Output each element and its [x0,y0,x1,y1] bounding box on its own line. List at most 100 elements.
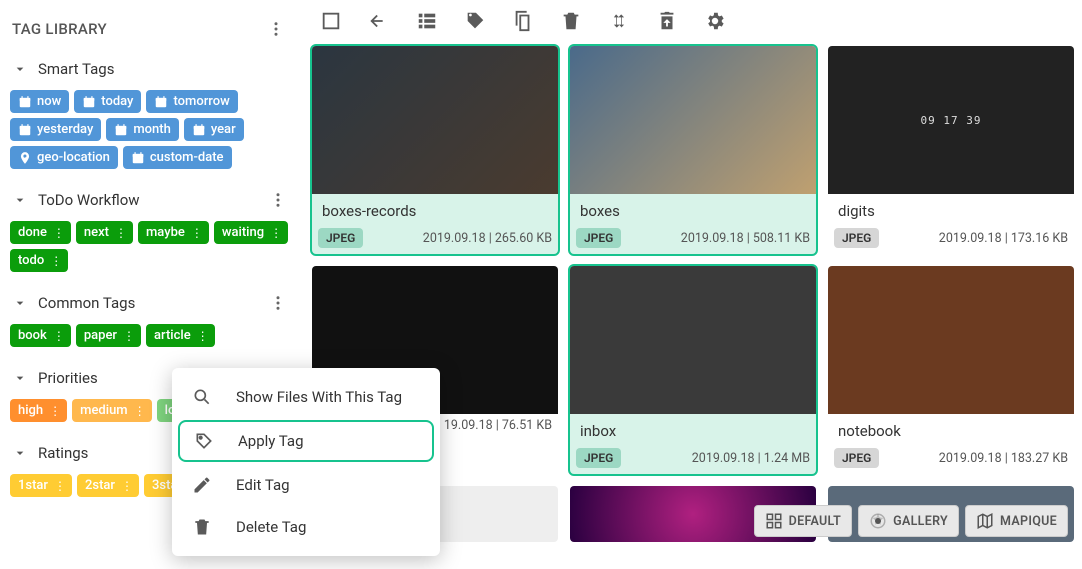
tag-handle-icon[interactable]: ⋮ [123,330,133,342]
tag-group: Common Tags book⋮ paper ⋮ article ⋮ [8,286,291,355]
tag-label: now [37,94,61,109]
file-date-size: 19.09.18 | 76.51 KB [444,418,552,433]
file-card[interactable]: boxes-records JPEG 2019.09.18 | 265.60 KB [310,44,560,256]
menu-item-label: Apply Tag [238,432,304,450]
tag-chip[interactable]: next ⋮ [76,221,133,244]
file-date-size: 2019.09.18 | 1.24 MB [692,451,810,466]
tag-chip[interactable]: paper ⋮ [76,324,141,347]
sidebar-menu-icon[interactable] [267,20,285,38]
tag-handle-icon[interactable]: ⋮ [50,255,60,267]
file-card[interactable]: boxes JPEG 2019.09.18 | 508.11 KB [568,44,818,256]
tag-chip[interactable]: year [184,118,244,141]
tag-handle-icon[interactable]: ⋮ [191,227,201,239]
tag-label: maybe [146,225,185,240]
file-type-badge: JPEG [318,228,363,248]
tag-handle-icon[interactable]: ⋮ [53,227,63,239]
tag-label: article [154,328,191,343]
chevron-down-icon [12,295,28,311]
view-switcher: DEFAULT GALLERY MAPIQUE [754,505,1068,537]
tag-row: now todaytomorrow yesterdaymonth year geo-lo… [8,86,291,177]
tag-label: medium [80,403,127,418]
tag-label: todo [18,253,44,268]
tag-chip[interactable]: tomorrow [146,90,237,113]
toolbar [300,0,1082,38]
menu-item-label: Show Files With This Tag [236,388,402,406]
tag-chip[interactable]: custom-date [123,146,232,169]
tag-label: next [84,225,109,240]
view-mapique-label: MAPIQUE [1000,514,1057,529]
tag-group-header[interactable]: Common Tags [8,286,291,320]
menu-item-edit-tag[interactable]: Edit Tag [172,464,440,506]
list-icon[interactable] [416,10,438,32]
tag-handle-icon[interactable]: ⋮ [197,330,207,342]
file-name: boxes [570,194,816,224]
group-menu-icon[interactable] [269,191,287,209]
tag-chip[interactable]: geo-location [10,146,118,169]
file-card[interactable]: inbox JPEG 2019.09.18 | 1.24 MB [568,264,818,476]
view-mapique-button[interactable]: MAPIQUE [965,505,1068,537]
sort-icon[interactable] [608,10,630,32]
menu-item-apply-tag[interactable]: Apply Tag [178,420,434,462]
tag-icon[interactable] [464,10,486,32]
tag-handle-icon[interactable]: ⋮ [53,330,63,342]
file-date-size: 2019.09.18 | 265.60 KB [423,231,552,246]
file-meta: JPEG2019.09.18 | 183.27 KB [828,444,1074,474]
file-name: inbox [570,414,816,444]
file-type-badge: JPEG [576,228,621,248]
file-name: boxes-records [312,194,558,224]
settings-icon[interactable] [704,10,726,32]
file-card[interactable]: 09 17 39digitsJPEG2019.09.18 | 173.16 KB [826,44,1076,256]
tag-handle-icon[interactable]: ⋮ [54,480,64,492]
tag-chip[interactable]: done⋮ [10,221,71,244]
tag-chip[interactable]: 1star⋮ [10,474,72,497]
view-gallery-label: GALLERY [893,514,948,529]
delete-icon[interactable] [560,10,582,32]
open-icon[interactable] [368,10,390,32]
tag-group-header[interactable]: Smart Tags [8,52,291,86]
menu-item-label: Delete Tag [236,518,306,536]
file-meta: JPEG2019.09.18 | 173.16 KB [828,224,1074,254]
tag-chip[interactable]: today [74,90,141,113]
menu-item-show-files-with-this-tag[interactable]: Show Files With This Tag [172,376,440,418]
file-date-size: 2019.09.18 | 173.16 KB [939,231,1068,246]
tag-label: year [211,122,236,137]
thumbnail [570,266,816,414]
file-card[interactable]: notebookJPEG2019.09.18 | 183.27 KB [826,264,1076,476]
file-name: notebook [828,414,1074,444]
tag-label: custom-date [150,150,224,165]
group-menu-icon[interactable] [269,294,287,312]
tag-chip[interactable]: book⋮ [10,324,71,347]
menu-item-delete-tag[interactable]: Delete Tag [172,506,440,548]
tag-chip[interactable]: maybe ⋮ [138,221,209,244]
select-all-icon[interactable] [320,10,342,32]
tag-chip[interactable]: waiting⋮ [214,221,288,244]
chevron-down-icon [12,445,28,461]
view-default-button[interactable]: DEFAULT [754,505,853,537]
tag-label: paper [84,328,117,343]
tag-chip[interactable]: month [106,118,179,141]
tag-chip[interactable]: yesterday [10,118,101,141]
file-type-badge: JPEG [576,448,621,468]
tag-handle-icon[interactable]: ⋮ [134,405,144,417]
export-icon[interactable] [656,10,678,32]
tag-chip[interactable]: article ⋮ [146,324,215,347]
tag-label: geo-location [37,150,110,165]
tag-chip[interactable]: medium ⋮ [72,399,151,422]
tag-handle-icon[interactable]: ⋮ [115,227,125,239]
tag-group-header[interactable]: ToDo Workflow [8,183,291,217]
tag-chip[interactable]: 2star⋮ [77,474,139,497]
tag-chip[interactable]: high⋮ [10,399,67,422]
view-gallery-button[interactable]: GALLERY [858,505,959,537]
sidebar-title: TAG LIBRARY [12,20,107,38]
tag-chip[interactable]: now [10,90,69,113]
tag-handle-icon[interactable]: ⋮ [121,480,131,492]
tag-chip[interactable]: todo ⋮ [10,249,68,272]
thumbnail [312,46,558,194]
file-date-size: 2019.09.18 | 508.11 KB [681,231,810,246]
tag-context-menu: Show Files With This Tag Apply Tag Edit Ta… [172,368,440,556]
tag-handle-icon[interactable]: ⋮ [49,405,59,417]
copy-icon[interactable] [512,10,534,32]
tag-handle-icon[interactable]: ⋮ [270,227,280,239]
thumbnail [828,266,1074,414]
tag-group: Smart Tags now todaytomorrow yesterdaymont… [8,52,291,177]
